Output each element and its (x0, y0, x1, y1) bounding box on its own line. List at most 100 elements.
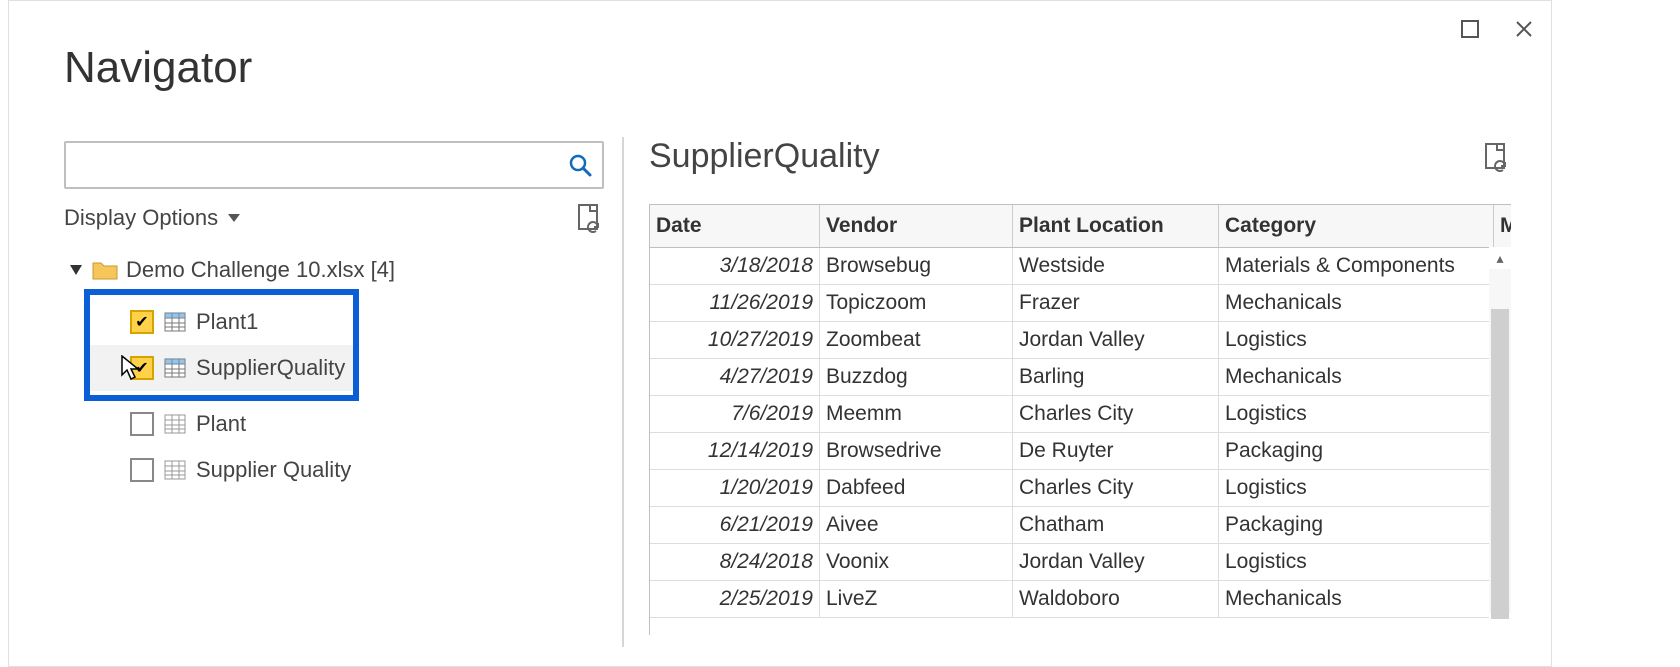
table-row[interactable]: 11/26/2019TopiczoomFrazerMechanicalsRa (650, 285, 1511, 322)
table-row[interactable]: 8/24/2018VoonixJordan ValleyLogisticsCo (650, 544, 1511, 581)
scroll-track[interactable] (1489, 269, 1511, 613)
tree-item-label: SupplierQuality (196, 355, 345, 381)
cell-vendor: Topiczoom (820, 285, 1013, 322)
col-header-category[interactable]: Category (1219, 205, 1494, 248)
cell-date: 1/20/2019 (650, 470, 820, 507)
search-input[interactable] (76, 142, 564, 188)
cell-category: Packaging (1219, 507, 1494, 544)
cell-category: Materials & Components (1219, 248, 1494, 285)
cell-vendor: Meemm (820, 396, 1013, 433)
checkbox-supplierquality[interactable]: ✔ (130, 356, 154, 380)
tree-children: ✔ Plant1 ✔ SupplierQuality (64, 289, 604, 493)
col-header-date[interactable]: Date (650, 205, 820, 248)
display-options-dropdown[interactable]: Display Options (64, 205, 240, 231)
close-button[interactable] (1497, 1, 1551, 57)
maximize-button[interactable] (1443, 1, 1497, 57)
display-options-label: Display Options (64, 205, 218, 231)
cell-vendor: Zoombeat (820, 322, 1013, 359)
tree-item-supplierquality[interactable]: ✔ SupplierQuality (90, 345, 353, 391)
sheet-icon (164, 414, 186, 434)
search-box[interactable] (64, 141, 604, 189)
cell-date: 6/21/2019 (650, 507, 820, 544)
page-title: Navigator (64, 43, 252, 93)
col-header-plant[interactable]: Plant Location (1013, 205, 1219, 248)
cell-category: Logistics (1219, 544, 1494, 581)
cell-vendor: LiveZ (820, 581, 1013, 618)
cell-category: Mechanicals (1219, 581, 1494, 618)
cell-plant: Jordan Valley (1013, 544, 1219, 581)
panel-divider (622, 137, 624, 647)
cell-plant: Westside (1013, 248, 1219, 285)
checkbox-supplier-quality[interactable] (130, 458, 154, 482)
table-row[interactable]: 1/20/2019DabfeedCharles CityLogisticsRa (650, 470, 1511, 507)
scroll-thumb[interactable] (1491, 309, 1509, 619)
cell-plant: De Ruyter (1013, 433, 1219, 470)
table-tree: Demo Challenge 10.xlsx [4] ✔ Plant1 ✔ (64, 251, 604, 493)
table-row[interactable]: 4/27/2019BuzzdogBarlingMechanicalsCo (650, 359, 1511, 396)
cell-plant: Chatham (1013, 507, 1219, 544)
table-row[interactable]: 7/6/2019MeemmCharles CityLogisticsMc (650, 396, 1511, 433)
cell-category: Mechanicals (1219, 359, 1494, 396)
refresh-preview-button[interactable] (1483, 142, 1511, 172)
table-icon (164, 312, 186, 332)
cell-vendor: Aivee (820, 507, 1013, 544)
cell-category: Logistics (1219, 470, 1494, 507)
folder-icon (92, 260, 118, 280)
cell-vendor: Dabfeed (820, 470, 1013, 507)
checkbox-plant[interactable] (130, 412, 154, 436)
tree-item-label: Supplier Quality (196, 457, 351, 483)
cell-date: 7/6/2019 (650, 396, 820, 433)
cell-date: 12/14/2019 (650, 433, 820, 470)
table-row[interactable]: 12/14/2019BrowsedriveDe RuyterPackagingL… (650, 433, 1511, 470)
cell-vendor: Buzzdog (820, 359, 1013, 396)
cell-category: Mechanicals (1219, 285, 1494, 322)
table-row[interactable]: 2/25/2019LiveZWaldoboroMechanicalsRa (650, 581, 1511, 618)
vertical-scrollbar[interactable]: ▴ (1489, 247, 1511, 635)
tree-item-plant1[interactable]: ✔ Plant1 (90, 299, 353, 345)
cell-vendor: Browsedrive (820, 433, 1013, 470)
cell-plant: Waldoboro (1013, 581, 1219, 618)
preview-grid[interactable]: Date Vendor Plant Location Category Mate… (649, 204, 1511, 635)
expander-icon[interactable] (70, 265, 82, 275)
col-header-vendor[interactable]: Vendor (820, 205, 1013, 248)
title-bar (1443, 1, 1551, 57)
table-icon (164, 358, 186, 378)
cell-vendor: Voonix (820, 544, 1013, 581)
tree-item-label: Plant1 (196, 309, 258, 335)
tree-item-supplier-quality[interactable]: Supplier Quality (90, 447, 604, 493)
cell-plant: Charles City (1013, 396, 1219, 433)
navigator-window: Navigator Display Options (8, 0, 1552, 667)
preview-panel: SupplierQuality Date Vendor Plant Locati… (649, 137, 1511, 666)
cell-plant: Charles City (1013, 470, 1219, 507)
cell-category: Logistics (1219, 396, 1494, 433)
cell-date: 4/27/2019 (650, 359, 820, 396)
cell-plant: Barling (1013, 359, 1219, 396)
col-header-material[interactable]: Mater (1494, 205, 1512, 248)
cell-date: 8/24/2018 (650, 544, 820, 581)
tree-root-folder[interactable]: Demo Challenge 10.xlsx [4] (64, 251, 604, 289)
cell-date: 3/18/2018 (650, 248, 820, 285)
cell-plant: Jordan Valley (1013, 322, 1219, 359)
sheet-icon (164, 460, 186, 480)
search-icon[interactable] (564, 149, 596, 181)
highlight-box: ✔ Plant1 ✔ SupplierQuality (84, 289, 359, 401)
cell-date: 10/27/2019 (650, 322, 820, 359)
cell-category: Logistics (1219, 322, 1494, 359)
cell-category: Packaging (1219, 433, 1494, 470)
scroll-up-icon[interactable]: ▴ (1489, 247, 1511, 269)
table-row[interactable]: 6/21/2019AiveeChathamPackagingCa (650, 507, 1511, 544)
table-row[interactable]: 3/18/2018BrowsebugWestsideMaterials & Co… (650, 248, 1511, 285)
chevron-down-icon (228, 214, 240, 222)
table-row[interactable]: 10/27/2019ZoombeatJordan ValleyLogistics… (650, 322, 1511, 359)
cell-date: 2/25/2019 (650, 581, 820, 618)
table-header-row: Date Vendor Plant Location Category Mate… (650, 205, 1511, 248)
preview-title: SupplierQuality (649, 137, 880, 176)
checkbox-plant1[interactable]: ✔ (130, 310, 154, 334)
tree-root-label: Demo Challenge 10.xlsx [4] (126, 257, 395, 283)
cell-vendor: Browsebug (820, 248, 1013, 285)
tree-item-label: Plant (196, 411, 246, 437)
cell-plant: Frazer (1013, 285, 1219, 322)
refresh-tree-button[interactable] (576, 203, 604, 233)
cell-date: 11/26/2019 (650, 285, 820, 322)
tree-item-plant[interactable]: Plant (90, 401, 604, 447)
